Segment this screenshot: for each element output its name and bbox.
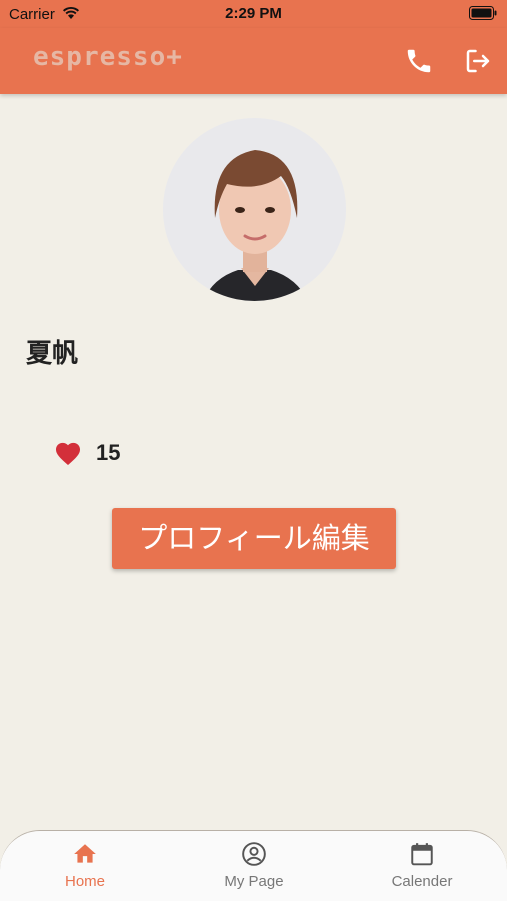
- nav-my-page-label: My Page: [224, 873, 284, 890]
- status-time: 2:29 PM: [225, 5, 282, 22]
- calendar-icon: [411, 843, 433, 866]
- phone-button[interactable]: [404, 46, 434, 76]
- status-bar: Carrier 2:29 PM: [0, 0, 507, 28]
- account-circle-icon: [242, 842, 266, 866]
- heart-icon: [55, 442, 81, 466]
- nav-my-page[interactable]: My Page: [194, 841, 314, 890]
- likes-count: 15: [96, 440, 121, 465]
- nav-home-label: Home: [64, 873, 105, 890]
- nav-calendar[interactable]: Calender: [362, 841, 482, 890]
- profile-avatar: [163, 118, 346, 301]
- logout-icon: [466, 49, 490, 73]
- bottom-navigation: Home My Page Calender: [0, 830, 507, 901]
- home-icon: [74, 844, 96, 863]
- logout-button[interactable]: [463, 46, 493, 76]
- nav-home[interactable]: Home: [25, 841, 145, 890]
- nav-calendar-label: Calender: [391, 873, 453, 890]
- user-name: 夏帆: [26, 338, 79, 368]
- app-bar: espresso+: [0, 28, 507, 94]
- battery-icon: [469, 6, 497, 24]
- app-logo: espresso+: [33, 42, 183, 72]
- phone-icon: [407, 49, 431, 73]
- edit-profile-button[interactable]: プロフィール編集: [112, 508, 396, 569]
